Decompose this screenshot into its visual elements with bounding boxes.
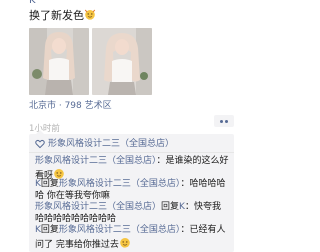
comment-author[interactable]: 形象风格设计二三（全国总店） (35, 156, 157, 166)
post-author[interactable]: K (29, 0, 36, 6)
post-meta-row: 1小时前 (29, 115, 234, 134)
emoji-face-icon (120, 237, 130, 248)
comment-item[interactable]: 形象风格设计二三（全国总店）回复K：快夸我 哈哈哈哈哈哈哈哈哈 (35, 202, 231, 225)
comment-area: 形象风格设计二三（全国总店） 形象风格设计二三（全国总店）：是谁染的这么好看呀 … (29, 134, 234, 252)
post-time: 1小时前 (29, 124, 60, 134)
comment-reply-word: 回复 (161, 202, 180, 212)
post-location[interactable]: 北京市 · 798 艺术区 (29, 101, 112, 112)
comment-reply-target[interactable]: 形象风格设计二三（全国总店） (59, 179, 181, 189)
heart-icon (35, 139, 45, 149)
comment-reply-target[interactable]: 形象风格设计二三（全国总店） (59, 225, 181, 235)
comment-item[interactable]: K回复形象风格设计二三（全国总店）：已经有人问了 完事给你推过去 (35, 225, 231, 251)
post-text-row: 换了新发色 (29, 9, 96, 23)
emoji-face-icon (54, 168, 64, 179)
post-text: 换了新发色 (29, 9, 84, 22)
photo-grid (29, 28, 152, 95)
like-name[interactable]: 形象风格设计二三（全国总店） (48, 138, 174, 150)
comment-item[interactable]: K回复形象风格设计二三（全国总店）：哈哈哈哈哈 你在等我夸你嘛 (35, 179, 231, 202)
post-photo-2[interactable] (92, 28, 152, 95)
like-divider (29, 152, 234, 153)
comment-author[interactable]: 形象风格设计二三（全国总店） (35, 202, 161, 212)
comment-reply-word: 回复 (40, 179, 59, 189)
like-row: 形象风格设计二三（全国总店） (35, 138, 174, 150)
comment-reply-word: 回复 (40, 225, 59, 235)
more-dots-icon[interactable] (214, 115, 234, 127)
emoji-face-icon (84, 9, 96, 20)
post-photo-1[interactable] (29, 28, 89, 95)
